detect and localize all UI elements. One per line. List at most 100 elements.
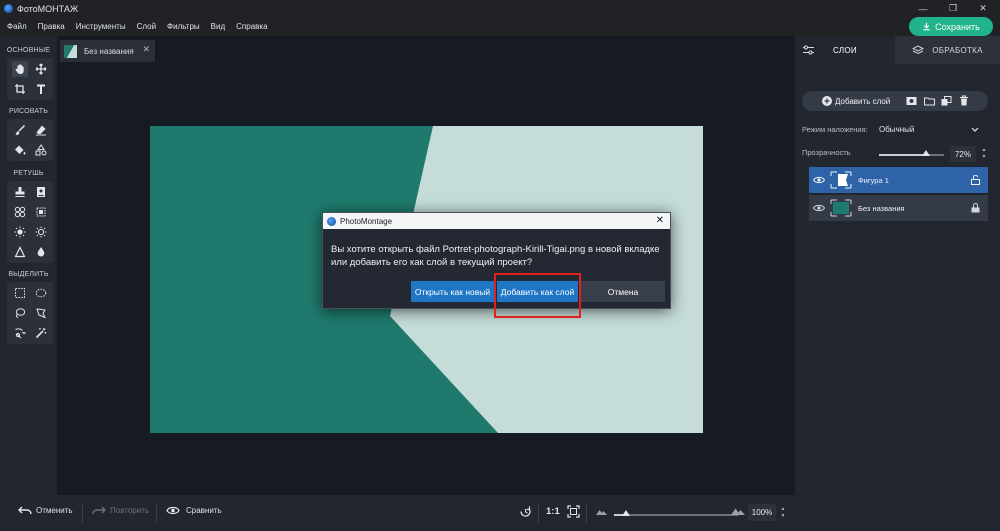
lasso-icon[interactable] xyxy=(12,305,28,321)
group-title-retouch: РЕТУШЬ xyxy=(13,170,44,177)
restore-button[interactable]: ❐ xyxy=(938,0,968,17)
redo-label: Повторить xyxy=(110,506,150,515)
magic-select-icon[interactable] xyxy=(12,325,28,341)
opacity-slider-thumb[interactable] xyxy=(921,150,930,156)
redo-button[interactable]: Повторить xyxy=(92,506,149,515)
layer-row-figure-1[interactable]: Фигура 1 xyxy=(809,167,988,193)
brush-icon[interactable] xyxy=(12,122,28,138)
zoom-slider-thumb[interactable] xyxy=(622,510,630,516)
move-icon[interactable] xyxy=(33,61,49,77)
highlight-annotation xyxy=(494,273,581,318)
opacity-slider-fill xyxy=(879,154,926,156)
layers-stack-icon xyxy=(912,44,925,54)
layer-thumbnail xyxy=(830,199,852,217)
group-title-basic: ОСНОВНЫЕ xyxy=(6,47,51,54)
app-logo-icon xyxy=(4,4,13,13)
document-tab-name: Без названия xyxy=(84,46,134,56)
tool-group-retouch xyxy=(7,181,53,263)
tool-group-select xyxy=(7,282,53,344)
tools-panel: ОСНОВНЫЕ РИСОВАТЬ РЕТУШЬ ВЫДЕЛИТЬ xyxy=(0,36,57,495)
layer-row-background[interactable]: Без названия xyxy=(809,195,988,221)
actual-size-button[interactable]: 1:1 xyxy=(546,506,560,517)
zoom-out-mountain-icon[interactable] xyxy=(596,508,607,515)
minimize-button[interactable]: — xyxy=(908,0,938,17)
lighten-icon[interactable] xyxy=(12,224,28,240)
opacity-up-icon[interactable]: ▲ xyxy=(982,147,987,154)
sharpen-icon[interactable] xyxy=(12,244,28,260)
tool-group-basic xyxy=(7,58,53,100)
compare-button[interactable]: Сравнить xyxy=(166,505,222,516)
cancel-button[interactable]: Отмена xyxy=(581,281,665,302)
drop-icon[interactable] xyxy=(33,244,49,260)
lock-icon[interactable] xyxy=(971,203,980,213)
healing-icon[interactable] xyxy=(12,204,28,220)
save-button[interactable]: Сохранить xyxy=(909,17,993,36)
opacity-down-icon[interactable]: ▼ xyxy=(982,154,987,161)
zoom-slider[interactable] xyxy=(614,510,738,516)
hand-icon[interactable] xyxy=(12,61,28,77)
darken-icon[interactable] xyxy=(33,224,49,240)
menu-bar: Файл Правка Инструменты Слой Фильтры Вид… xyxy=(0,17,1000,36)
menu-file[interactable]: Файл xyxy=(7,22,27,31)
dialog-title: PhotoMontage xyxy=(340,216,393,226)
bottom-bar: Отменить Повторить Сравнить 1:1 100% ▲ ▼ xyxy=(0,495,795,531)
delete-layer-icon[interactable] xyxy=(959,95,969,108)
dialog-close-button[interactable]: ✕ xyxy=(656,215,664,226)
crop-icon[interactable] xyxy=(12,81,28,97)
opacity-value-box[interactable]: 72% xyxy=(950,146,976,162)
menu-tools[interactable]: Инструменты xyxy=(76,22,126,31)
add-layer-label: Добавить слой xyxy=(835,96,891,106)
blend-mode-select[interactable]: Обычный xyxy=(873,121,985,137)
tool-group-draw xyxy=(7,119,53,161)
fit-screen-icon[interactable] xyxy=(567,505,580,518)
shapes-icon[interactable] xyxy=(33,142,49,158)
undo-button[interactable]: Отменить xyxy=(18,506,73,515)
document-tab-close-button[interactable]: ✕ xyxy=(142,44,150,55)
menu-help[interactable]: Справка xyxy=(236,22,267,31)
zoom-in-mountain-icon[interactable] xyxy=(731,506,745,515)
blur-icon[interactable] xyxy=(33,204,49,220)
tab-layers[interactable]: СЛОИ xyxy=(795,36,895,64)
document-tab[interactable]: Без названия ✕ xyxy=(60,40,155,62)
ellipse-select-icon[interactable] xyxy=(33,285,49,301)
document-thumbnail xyxy=(64,44,77,58)
add-layer-button[interactable]: Добавить слой xyxy=(822,91,890,111)
stamp-icon[interactable] xyxy=(12,184,28,200)
folder-icon[interactable] xyxy=(924,96,935,108)
app-title: ФотоМОНТАЖ xyxy=(17,3,79,14)
group-title-select: ВЫДЕЛИТЬ xyxy=(8,271,49,278)
visibility-eye-icon[interactable] xyxy=(813,204,825,212)
zoom-up-icon[interactable]: ▲ xyxy=(781,506,786,513)
add-image-layer-icon[interactable] xyxy=(906,96,917,108)
dialog-message: Вы хотите открыть файл Portret-photograp… xyxy=(331,244,660,268)
rect-select-icon[interactable] xyxy=(12,285,28,301)
menu-filters[interactable]: Фильтры xyxy=(167,22,200,31)
zoom-stepper[interactable]: ▲ ▼ xyxy=(779,504,787,521)
open-as-new-button[interactable]: Открыть как новый xyxy=(411,281,494,302)
close-window-button[interactable]: ✕ xyxy=(968,0,998,17)
poly-lasso-icon[interactable] xyxy=(33,305,49,321)
menu-layer[interactable]: Слой xyxy=(137,22,156,31)
visibility-eye-icon[interactable] xyxy=(813,176,825,184)
dialog-app-icon xyxy=(327,216,336,226)
text-icon[interactable] xyxy=(33,81,49,97)
magic-wand-icon[interactable] xyxy=(33,325,49,341)
separator xyxy=(156,503,157,523)
patch-icon[interactable] xyxy=(33,184,49,200)
tab-processing[interactable]: ОБРАБОТКА xyxy=(895,36,1000,64)
eraser-icon[interactable] xyxy=(33,122,49,138)
opacity-slider[interactable] xyxy=(879,150,944,156)
zoom-down-icon[interactable]: ▼ xyxy=(781,513,786,520)
unlock-icon[interactable] xyxy=(971,175,980,185)
menu-edit[interactable]: Правка xyxy=(38,22,65,31)
opacity-stepper[interactable]: ▲ ▼ xyxy=(980,146,988,162)
blend-mode-value: Обычный xyxy=(879,124,915,134)
menu-view[interactable]: Вид xyxy=(211,22,225,31)
history-icon[interactable] xyxy=(519,505,532,518)
layer-name: Фигура 1 xyxy=(858,175,889,185)
layer-name: Без названия xyxy=(858,203,905,213)
duplicate-layer-icon[interactable] xyxy=(941,96,952,108)
zoom-value-box[interactable]: 100% xyxy=(748,504,776,521)
fill-icon[interactable] xyxy=(12,142,28,158)
zoom-value: 100% xyxy=(751,508,773,517)
